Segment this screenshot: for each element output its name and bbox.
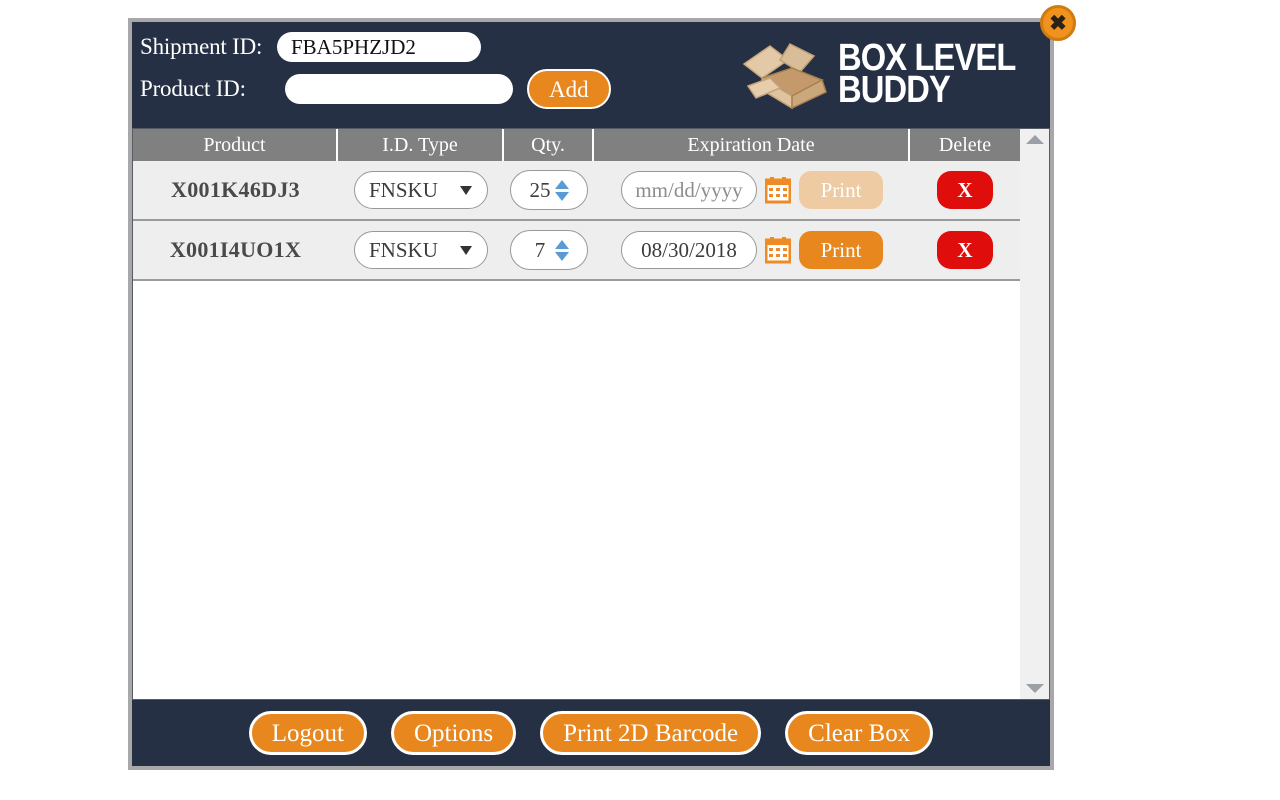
column-header-qty: Qty. bbox=[504, 129, 594, 161]
table-row: X001I4UO1X FNSKU 7 08/30/2018 Print X bbox=[133, 221, 1020, 281]
id-type-select[interactable]: FNSKU bbox=[354, 231, 488, 269]
header-fields: Shipment ID: Product ID: Add bbox=[140, 28, 611, 109]
shipment-id-label: Shipment ID: bbox=[140, 34, 263, 59]
options-button[interactable]: Options bbox=[390, 711, 517, 755]
table-area: Product I.D. Type Qty. Expiration Date D… bbox=[132, 128, 1050, 700]
print-2d-barcode-button[interactable]: Print 2D Barcode bbox=[540, 711, 762, 755]
product-table: Product I.D. Type Qty. Expiration Date D… bbox=[132, 128, 1020, 700]
logout-button[interactable]: Logout bbox=[248, 711, 367, 755]
column-header-delete: Delete bbox=[938, 133, 992, 156]
product-id-input[interactable] bbox=[285, 74, 513, 104]
spinner-down-icon[interactable] bbox=[555, 251, 569, 261]
calendar-icon[interactable] bbox=[765, 236, 791, 264]
scroll-up-icon[interactable] bbox=[1025, 135, 1044, 144]
app-footer: Logout Options Print 2D Barcode Clear Bo… bbox=[132, 700, 1050, 766]
id-type-select[interactable]: FNSKU bbox=[354, 171, 488, 209]
table-row: X001K46DJ3 FNSKU 25 mm/dd/yyyy Print X bbox=[133, 161, 1020, 221]
cell-qty: 25 bbox=[504, 161, 594, 219]
print-label-button: Print bbox=[799, 171, 883, 209]
cell-id-type: FNSKU bbox=[338, 221, 504, 279]
quantity-value: 25 bbox=[529, 177, 551, 202]
product-id-label: Product ID: bbox=[140, 76, 246, 101]
table-body: X001K46DJ3 FNSKU 25 mm/dd/yyyy Print X X… bbox=[133, 161, 1020, 699]
add-button[interactable]: Add bbox=[527, 69, 611, 109]
logo-wordmark: BOX LEVEL BUDDY bbox=[837, 39, 1044, 111]
shipment-id-row: Shipment ID: bbox=[140, 32, 611, 62]
expiration-group: Print bbox=[621, 231, 883, 269]
table-header-row: Product I.D. Type Qty. Expiration Date D… bbox=[133, 128, 1020, 161]
logo-line-2: BUDDY bbox=[837, 69, 951, 111]
spinner-up-icon[interactable] bbox=[555, 179, 569, 189]
print-label-button[interactable]: Print bbox=[799, 231, 883, 269]
spinner-up-icon[interactable] bbox=[555, 239, 569, 249]
cell-delete: X bbox=[910, 161, 1020, 219]
app-logo: BOX LEVEL BUDDY bbox=[740, 28, 1050, 114]
app-header: Shipment ID: Product ID: Add BOX LEVEL B… bbox=[132, 5, 1076, 128]
app-window: Shipment ID: Product ID: Add BOX LEVEL B… bbox=[128, 5, 1076, 770]
column-header-expiration-date: Expiration Date bbox=[594, 129, 910, 161]
product-id-value: X001I4UO1X bbox=[169, 237, 302, 262]
cell-expiration: Print bbox=[594, 221, 910, 279]
table-scrollbar[interactable] bbox=[1020, 128, 1050, 700]
cell-product: X001K46DJ3 bbox=[133, 161, 338, 219]
expiration-date-input[interactable] bbox=[621, 171, 757, 209]
product-id-row: Product ID: Add bbox=[140, 69, 611, 109]
clear-box-button[interactable]: Clear Box bbox=[785, 711, 934, 755]
calendar-icon[interactable] bbox=[765, 176, 791, 204]
delete-row-button[interactable]: X bbox=[937, 231, 993, 269]
delete-row-button[interactable]: X bbox=[937, 171, 993, 209]
column-header-product: Product bbox=[133, 129, 338, 161]
quantity-value: 7 bbox=[534, 237, 546, 262]
cell-product: X001I4UO1X bbox=[133, 221, 338, 279]
cell-qty: 7 bbox=[504, 221, 594, 279]
quantity-stepper[interactable]: 25 bbox=[510, 170, 588, 210]
close-icon[interactable]: ✖ bbox=[1040, 5, 1076, 41]
expiration-group: Print bbox=[621, 171, 883, 209]
quantity-spin-buttons[interactable] bbox=[555, 179, 569, 201]
cell-delete: X bbox=[910, 221, 1020, 279]
quantity-stepper[interactable]: 7 bbox=[510, 230, 588, 270]
open-box-icon bbox=[742, 43, 827, 110]
expiration-date-input[interactable] bbox=[621, 231, 757, 269]
quantity-spin-buttons[interactable] bbox=[555, 239, 569, 261]
product-id-value: X001K46DJ3 bbox=[171, 177, 300, 202]
cell-id-type: FNSKU bbox=[338, 161, 504, 219]
cell-expiration: Print bbox=[594, 161, 910, 219]
column-header-id-type: I.D. Type bbox=[338, 129, 504, 161]
spinner-down-icon[interactable] bbox=[555, 191, 569, 201]
shipment-id-input[interactable] bbox=[277, 32, 481, 62]
scroll-down-icon[interactable] bbox=[1025, 684, 1044, 693]
